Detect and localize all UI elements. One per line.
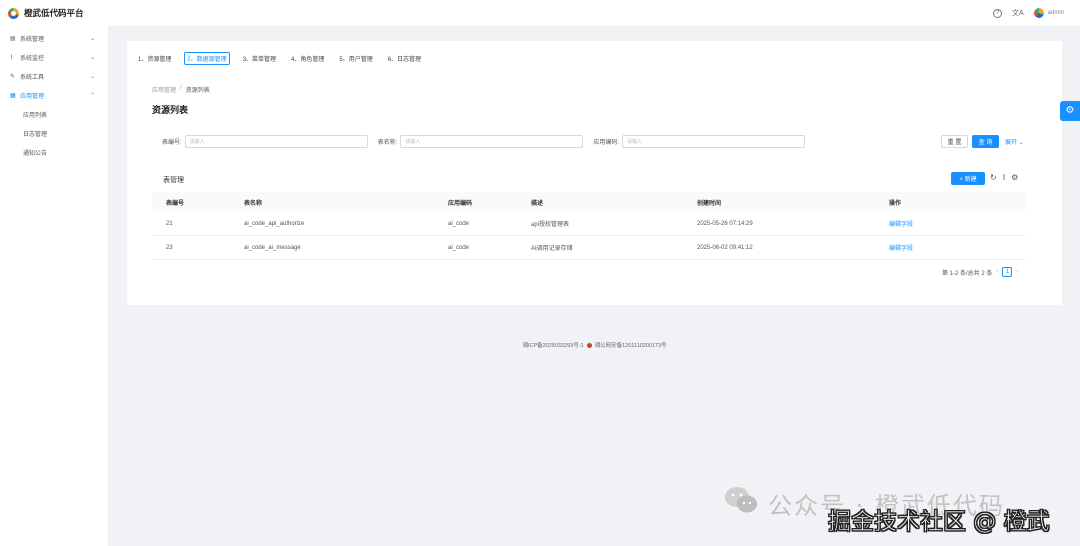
cell-id: 21	[166, 220, 173, 227]
breadcrumb-current: 资源列表	[185, 88, 210, 94]
page-title: 资源列表	[152, 105, 189, 115]
sidebar-subitem-app-list[interactable]: 应用列表	[0, 105, 108, 124]
sidebar-item-label: 系统监控	[20, 56, 45, 62]
chevron-down-icon: ⌄	[89, 36, 95, 42]
cell-app: ai_code	[448, 220, 470, 227]
column-header: 操作	[889, 200, 902, 207]
cell-desc: AI调用记录存储	[531, 246, 573, 252]
filter-form: 表编号: 表名称: 应用编码:	[162, 135, 815, 148]
app-code-input[interactable]	[622, 135, 806, 148]
sidebar: ▤ 系统管理 ⌄ ⌇ 系统监控 ⌄ ✎ 系统工具 ⌄ ▦ 应用管理 ⌃ 应用列表…	[0, 26, 109, 546]
step-role[interactable]: 4、角色管理	[289, 52, 326, 65]
police-link[interactable]: 湘公网安备1201110200173号	[595, 341, 667, 349]
sidebar-item-system-tools[interactable]: ✎ 系统工具 ⌄	[0, 67, 108, 86]
edit-fields-link: 编辑字段	[875, 243, 1026, 252]
filter-table-id: 表编号:	[162, 135, 368, 148]
wechat-icon	[725, 487, 757, 513]
expand-label: 展开	[1005, 140, 1018, 146]
table-name-input[interactable]	[400, 135, 584, 148]
settings-icon[interactable]: ⚙	[1011, 173, 1018, 182]
table-title: 表管理	[163, 177, 184, 184]
step-menu[interactable]: 3、菜单管理	[241, 52, 278, 65]
table-icon: ▤	[10, 35, 16, 42]
breadcrumb-parent[interactable]: 应用管理	[152, 85, 176, 94]
cell-name: ai_code_api_authorize	[244, 220, 305, 227]
edit-fields-link-text[interactable]: 编辑字段	[889, 246, 913, 252]
step-datasource[interactable]: 2、数据源管理	[184, 52, 230, 65]
table-row: 23 ai_code_ai_message ai_code AI调用记录存储 2…	[152, 236, 1026, 260]
chevron-up-icon: ⌃	[89, 93, 95, 99]
sidebar-item-label: 系统管理	[20, 37, 45, 43]
wrench-icon: ✎	[10, 73, 16, 80]
step-nav: 1、资源管理 2、数据源管理 3、菜单管理 4、角色管理 5、用户管理 6、日志…	[136, 52, 423, 65]
filter-table-name: 表名称:	[378, 135, 584, 148]
cell-id: 23	[166, 244, 173, 251]
table-id-input[interactable]	[184, 135, 368, 148]
app-logo[interactable]: 橙武低代码平台	[8, 7, 84, 19]
sidebar-subitem-notice[interactable]: 通知公告	[0, 143, 108, 162]
chevron-down-icon: ⌄	[1018, 140, 1024, 146]
page-number[interactable]: 1	[1002, 267, 1013, 277]
step-log[interactable]: 6、日志管理	[386, 52, 423, 65]
reset-button[interactable]: 重 置	[941, 135, 968, 148]
breadcrumb-separator: /	[180, 85, 182, 91]
filter-label: 表名称:	[377, 140, 398, 146]
chart-icon: ⌇	[10, 54, 13, 61]
app-title: 橙武低代码平台	[24, 8, 84, 18]
expand-toggle[interactable]: 展开 ⌄	[1005, 137, 1024, 146]
filter-label: 应用编码:	[593, 140, 620, 146]
watermark-text-secondary: 掘金技术社区 @ 橙武	[828, 509, 1050, 536]
cell-name: ai_code_ai_message	[244, 244, 301, 251]
app-icon: ▦	[10, 92, 16, 99]
chevron-down-icon: ⌄	[89, 55, 95, 61]
table-tools: ↻ Ⅰ ⚙	[990, 173, 1018, 182]
sidebar-item-system-monitor[interactable]: ⌇ 系统监控 ⌄	[0, 48, 108, 67]
icp-link[interactable]: 湘ICP备2025033293号-1	[522, 341, 583, 349]
refresh-icon[interactable]: ↻	[990, 173, 997, 182]
watermark: 公众号 · 橙武低代码 掘金技术社区 @ 橙武	[724, 484, 1064, 538]
chevron-down-icon: ⌄	[89, 74, 95, 80]
step-user[interactable]: 5、用户管理	[337, 52, 374, 65]
chevron-right-icon[interactable]: ›	[1016, 269, 1018, 275]
user-name[interactable]: admin	[1048, 10, 1064, 16]
logo-icon	[8, 7, 19, 19]
main-card: 1、资源管理 2、数据源管理 3、菜单管理 4、角色管理 5、用户管理 6、日志…	[127, 41, 1062, 305]
new-button[interactable]: + 新建	[951, 172, 985, 185]
cell-desc: api授权管理表	[531, 222, 570, 228]
edit-fields-link: 编辑字段	[875, 219, 1026, 228]
settings-float-button[interactable]: ⚙	[1060, 101, 1080, 121]
avatar[interactable]	[1033, 8, 1044, 18]
edit-fields-link-text[interactable]: 编辑字段	[889, 222, 913, 228]
sidebar-item-system-management[interactable]: ▤ 系统管理 ⌄	[0, 29, 108, 48]
sidebar-item-label: 应用管理	[20, 94, 45, 100]
breadcrumb: 应用管理 / 资源列表	[152, 85, 210, 94]
top-bar: 橙武低代码平台 ? 文A admin	[0, 0, 1080, 26]
table-header: 表编号 表名称 应用编码 描述 创建时间 操作	[152, 192, 1026, 212]
chevron-left-icon[interactable]: ‹	[996, 269, 998, 275]
filter-app-code: 应用编码:	[593, 135, 806, 148]
column-height-icon[interactable]: Ⅰ	[1003, 173, 1005, 182]
sidebar-subitem-log-management[interactable]: 日志管理	[0, 124, 108, 143]
footer: 湘ICP备2025033293号-1 湘公网安备1201110200173号	[0, 341, 1080, 349]
police-badge-icon	[586, 342, 592, 348]
pagination: 第 1-2 条/总共 2 条 ‹ 1 ›	[942, 267, 1018, 277]
sidebar-item-label: 系统工具	[20, 75, 45, 81]
column-header: 描述	[531, 200, 544, 207]
data-table: 表编号 表名称 应用编码 描述 创建时间 操作 21 ai_code_api_a…	[152, 192, 1026, 260]
query-button[interactable]: 查 询	[972, 135, 999, 148]
cell-created: 2025-05-26 07:14:29	[697, 220, 753, 227]
sidebar-item-app-management[interactable]: ▦ 应用管理 ⌃	[0, 86, 108, 105]
table-row: 21 ai_code_api_authorize ai_code api授权管理…	[152, 212, 1026, 236]
step-resource[interactable]: 1、资源管理	[136, 52, 173, 65]
column-header: 应用编码	[448, 200, 473, 207]
column-header: 创建时间	[697, 200, 722, 207]
cell-created: 2025-06-02 09:41:12	[697, 244, 753, 251]
help-icon[interactable]: ?	[992, 8, 1002, 18]
pagination-summary: 第 1-2 条/总共 2 条	[942, 270, 993, 277]
language-icon[interactable]: 文A	[1012, 8, 1024, 18]
cell-app: ai_code	[448, 244, 470, 251]
column-header: 表名称	[244, 200, 263, 207]
column-header: 表编号	[166, 200, 185, 207]
filter-label: 表编号:	[162, 140, 182, 146]
